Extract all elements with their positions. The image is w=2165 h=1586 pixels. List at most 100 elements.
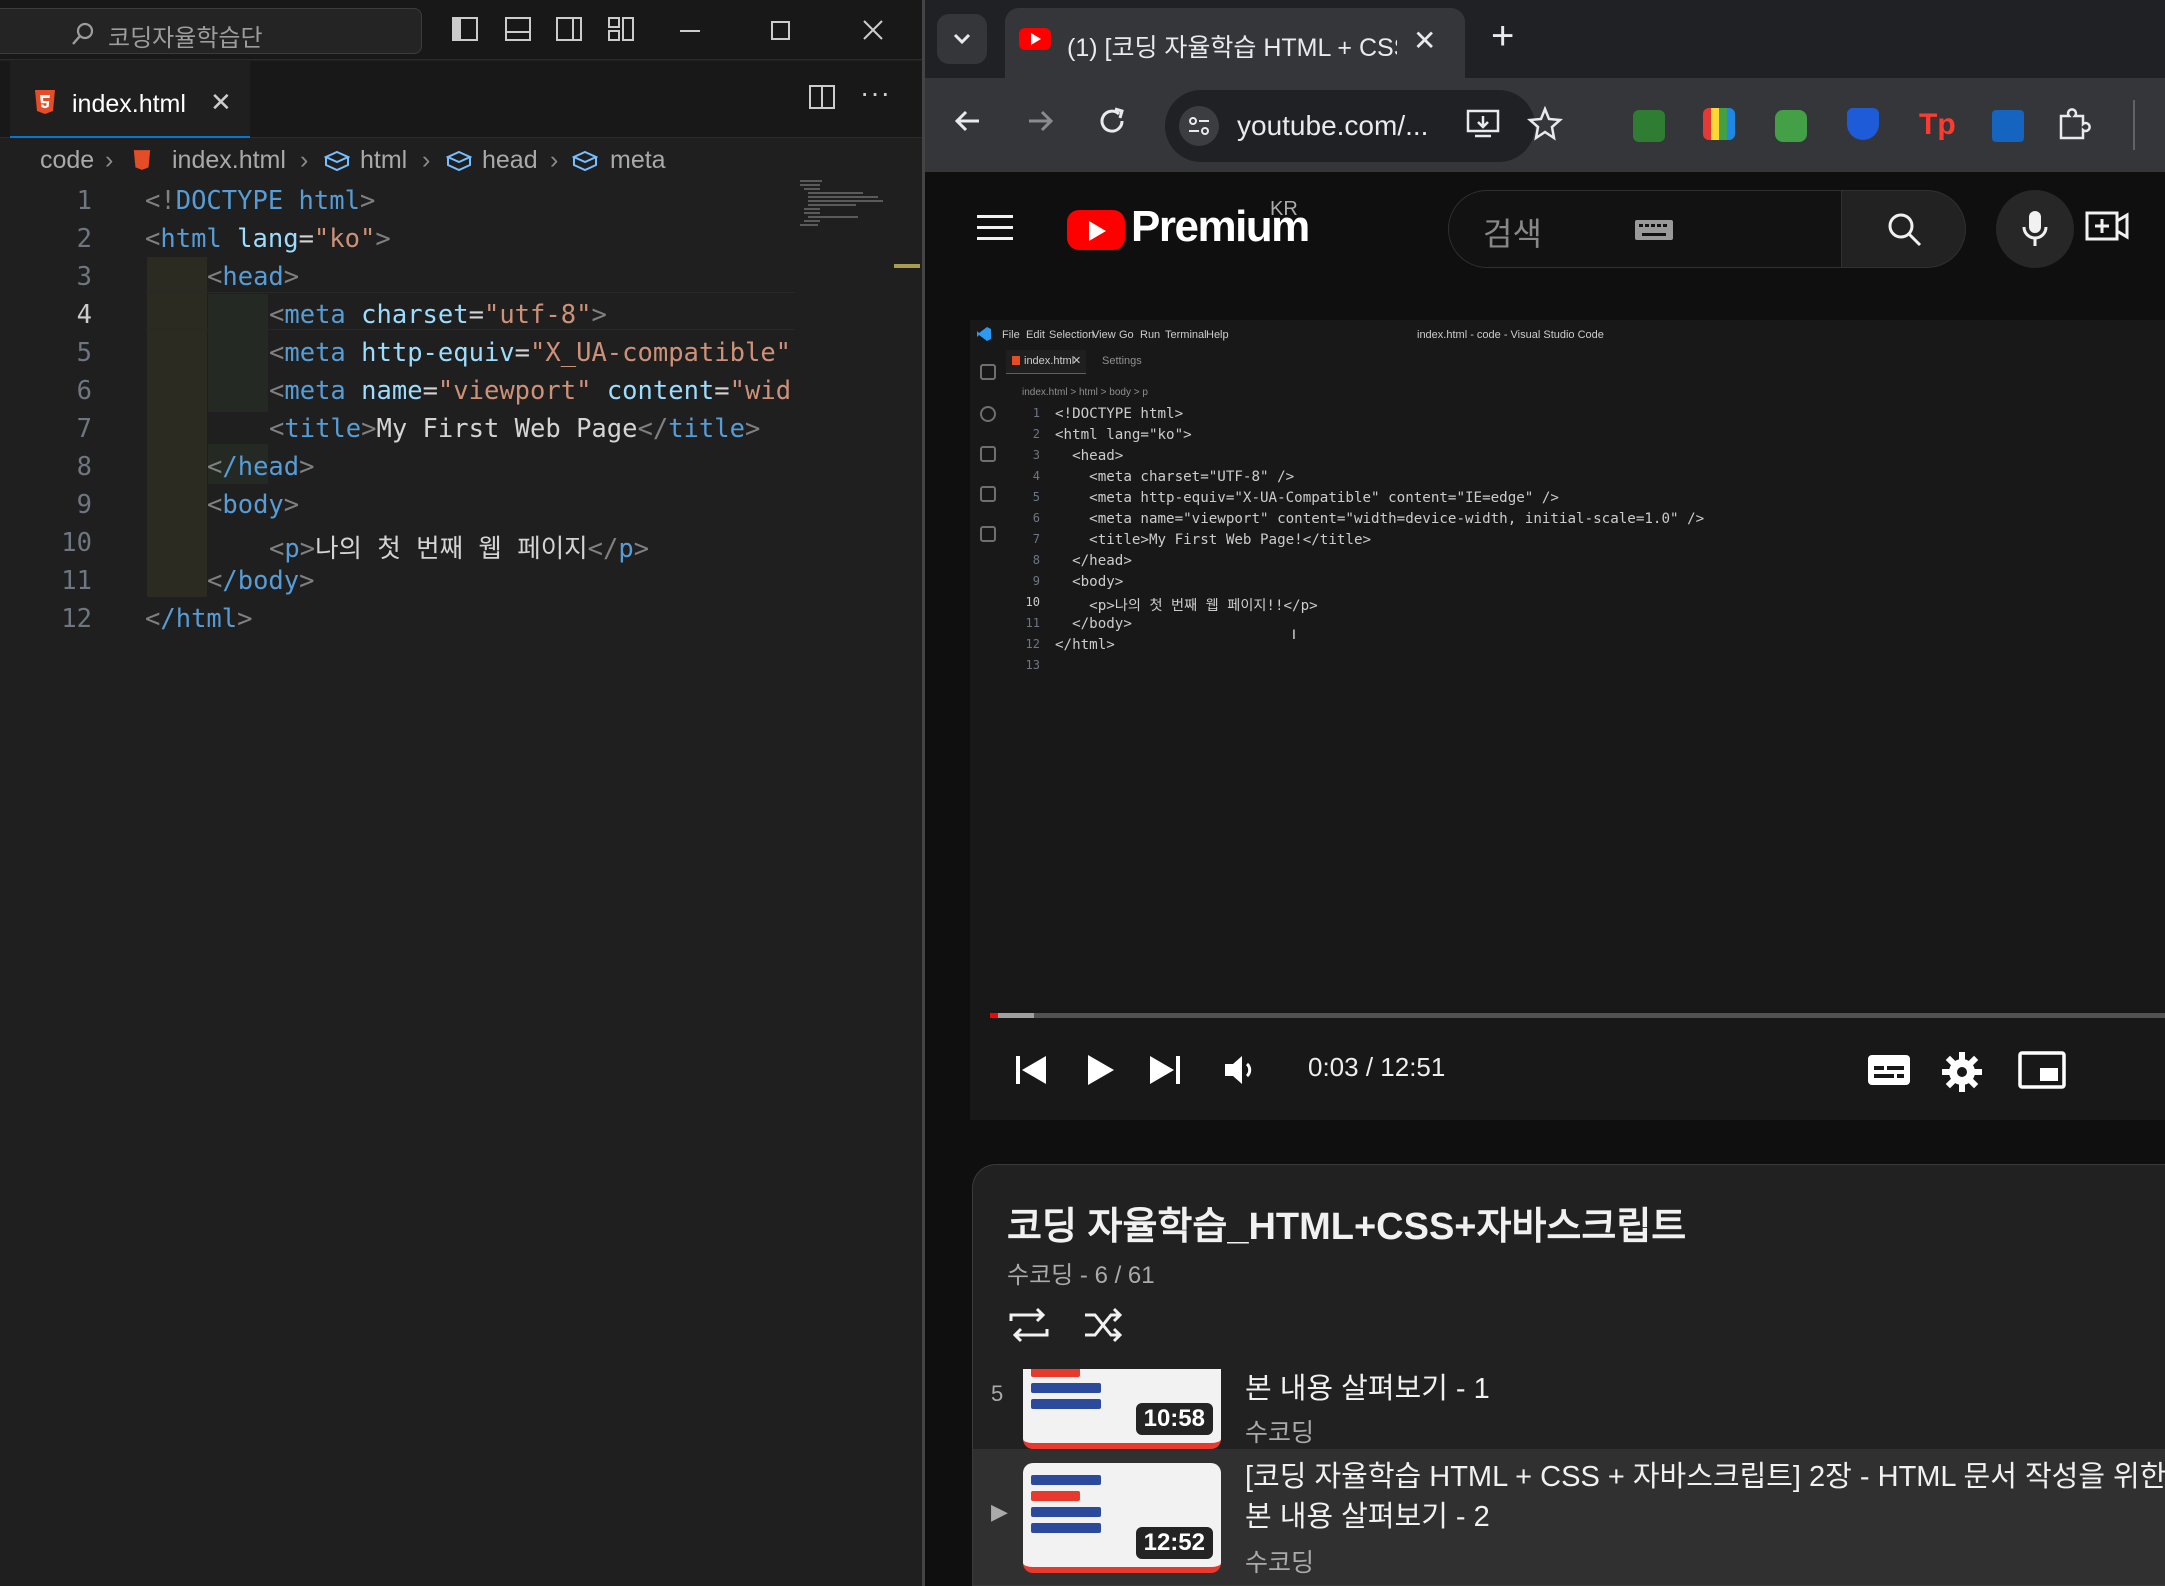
volume-icon[interactable]: [1220, 1050, 1260, 1090]
settings-gear-icon[interactable]: [1940, 1050, 1984, 1094]
screen: 코딩자율학습단 index.html ✕ ··· code › index.ht…: [0, 0, 2165, 1586]
minimize-icon[interactable]: [670, 10, 710, 50]
loop-icon[interactable]: [1007, 1305, 1051, 1345]
browser-tab-youtube[interactable]: (1) [코딩 자율학습 HTML + CSS ✕: [1005, 8, 1465, 78]
playlist-item-channel: 수코딩: [1245, 1549, 1315, 1577]
miniplayer-icon[interactable]: [2018, 1050, 2066, 1090]
code-line-11: </body>: [207, 566, 315, 596]
thumbnail-art: [1031, 1369, 1101, 1431]
playlist-subtitle: 수코딩 - 6 / 61: [1007, 1262, 1155, 1289]
code-line-5: <meta http-equiv="X_UA-compatible": [269, 338, 792, 368]
html5-file-icon: [133, 150, 151, 170]
search-input[interactable]: 검색: [1448, 190, 1842, 268]
element-cube-icon: [324, 150, 350, 172]
video-thumbnail[interactable]: 10:58: [1023, 1369, 1221, 1449]
url-text: youtube.com/...: [1237, 110, 1429, 141]
new-tab-button[interactable]: +: [1491, 16, 1514, 56]
microphone-icon: [2022, 211, 2048, 246]
video-vscode-menubar: File Edit Selection View Go Run Terminal…: [970, 320, 2165, 350]
video-activity-bar: [970, 350, 1006, 1120]
code-line-6: <meta name="viewport" content="wid: [269, 376, 792, 406]
chevron-right-icon: ›: [550, 146, 559, 174]
forward-arrow-icon[interactable]: [1023, 104, 1057, 138]
toggle-panel-icon[interactable]: [503, 14, 533, 44]
code-editor[interactable]: 1 2 3 4 5 6 7 8 9 10 11 12 <!DOCTYPE htm…: [0, 182, 922, 1586]
line-number: 4: [76, 300, 92, 330]
reload-icon[interactable]: [1095, 104, 1129, 138]
extension-mail-icon[interactable]: [1775, 110, 1807, 142]
code-line-7: <title>My First Web Page</title>: [269, 414, 761, 444]
video-time: 0:03 / 12:51: [1308, 1052, 1446, 1082]
chevron-down-icon: [953, 33, 971, 45]
back-arrow-icon[interactable]: [951, 104, 985, 138]
breadcrumb-code[interactable]: code: [40, 146, 94, 175]
install-app-icon[interactable]: [1465, 106, 1501, 142]
search-icon: [1888, 213, 1922, 247]
keyboard-icon[interactable]: [1634, 217, 1674, 243]
breadcrumb-html[interactable]: html: [360, 146, 407, 175]
toolbar-separator: [2133, 100, 2135, 150]
video-window-title: index.html - code - Visual Studio Code: [1417, 329, 1604, 341]
video-progress-bar[interactable]: [990, 1013, 2165, 1018]
close-tab-icon[interactable]: ✕: [1413, 24, 1436, 57]
breadcrumb-head[interactable]: head: [482, 146, 538, 175]
breadcrumb-file[interactable]: index.html: [172, 146, 286, 175]
site-info-icon[interactable]: [1179, 106, 1219, 146]
breadcrumb-meta[interactable]: meta: [610, 146, 666, 175]
vscode-logo-icon: [977, 327, 991, 341]
chevron-right-icon: ›: [105, 146, 114, 174]
editor-tabs: index.html ✕ ···: [0, 61, 922, 138]
tab-search-button[interactable]: [937, 14, 987, 64]
extension-color-icon[interactable]: [1703, 108, 1735, 140]
bookmark-star-icon[interactable]: [1527, 106, 1563, 142]
create-video-icon[interactable]: [2085, 209, 2129, 243]
next-video-icon[interactable]: [1144, 1050, 1184, 1090]
extension-naver-icon[interactable]: [1633, 110, 1665, 142]
extension-camera-icon[interactable]: [1992, 110, 2024, 142]
progress-buffered: [998, 1013, 1034, 1018]
toggle-secondary-sidebar-icon[interactable]: [554, 14, 584, 44]
search-button[interactable]: [1842, 190, 1966, 268]
line-number: 1: [76, 186, 92, 216]
shuffle-icon[interactable]: [1081, 1305, 1125, 1345]
close-window-icon[interactable]: [853, 10, 893, 50]
now-playing-icon: ▶: [991, 1499, 1008, 1524]
line-number: 5: [76, 338, 92, 368]
code-line-4: <meta charset="utf-8">: [269, 300, 607, 330]
video-duration: 12:52: [1135, 1527, 1213, 1559]
video-thumbnail[interactable]: 12:52: [1023, 1463, 1221, 1573]
tab-title: (1) [코딩 자율학습 HTML + CSS: [1067, 34, 1397, 62]
scrollbar-marker[interactable]: [894, 264, 920, 268]
playlist-item-current[interactable]: ▶ 12:52 [코딩 자율학습 HTML + CSS + 자바스크립트] 2장…: [973, 1449, 2165, 1585]
extension-tp-icon[interactable]: Tp: [1919, 108, 1956, 141]
more-actions-icon[interactable]: ···: [860, 77, 891, 109]
youtube-logo-icon[interactable]: [1067, 210, 1125, 250]
chrome-tabbar: (1) [코딩 자율학습 HTML + CSS ✕ +: [925, 0, 2165, 78]
close-tab-icon[interactable]: ✕: [210, 87, 232, 118]
video-player[interactable]: File Edit Selection View Go Run Terminal…: [970, 320, 2165, 1120]
play-icon[interactable]: [1080, 1050, 1120, 1090]
previous-video-icon[interactable]: [1012, 1050, 1052, 1090]
toggle-sidebar-icon[interactable]: [450, 14, 480, 44]
playlist-title[interactable]: 코딩 자율학습_HTML+CSS+자바스크립트: [1007, 1195, 1686, 1250]
menu-icon[interactable]: [977, 215, 1013, 241]
maximize-icon[interactable]: [760, 10, 800, 50]
extension-shield-icon[interactable]: [1847, 108, 1879, 140]
line-number: 10: [61, 528, 92, 558]
vscode-window: 코딩자율학습단 index.html ✕ ··· code › index.ht…: [0, 0, 922, 1586]
line-number: 11: [61, 566, 92, 596]
subtitles-icon[interactable]: [1866, 1050, 1912, 1090]
extensions-puzzle-icon[interactable]: [2055, 106, 2091, 142]
tab-index-html[interactable]: index.html ✕: [10, 61, 250, 138]
minimap[interactable]: [800, 180, 900, 240]
split-editor-icon[interactable]: [808, 83, 836, 111]
youtube-header: Premium KR 검색: [925, 172, 2165, 284]
playlist-item-index: 5: [991, 1381, 1004, 1406]
customize-layout-icon[interactable]: [606, 14, 636, 44]
playlist-item[interactable]: 5 10:58 본 내용 살펴보기 - 1 수코딩: [973, 1369, 2165, 1459]
command-center-search[interactable]: 코딩자율학습단: [0, 8, 422, 54]
code-line-1: <!DOCTYPE html>: [145, 186, 376, 216]
code-line-10: <p>나의 첫 번째 웹 페이지</p>: [269, 534, 650, 564]
html5-file-icon: [35, 90, 55, 114]
voice-search-button[interactable]: [1996, 190, 2074, 268]
